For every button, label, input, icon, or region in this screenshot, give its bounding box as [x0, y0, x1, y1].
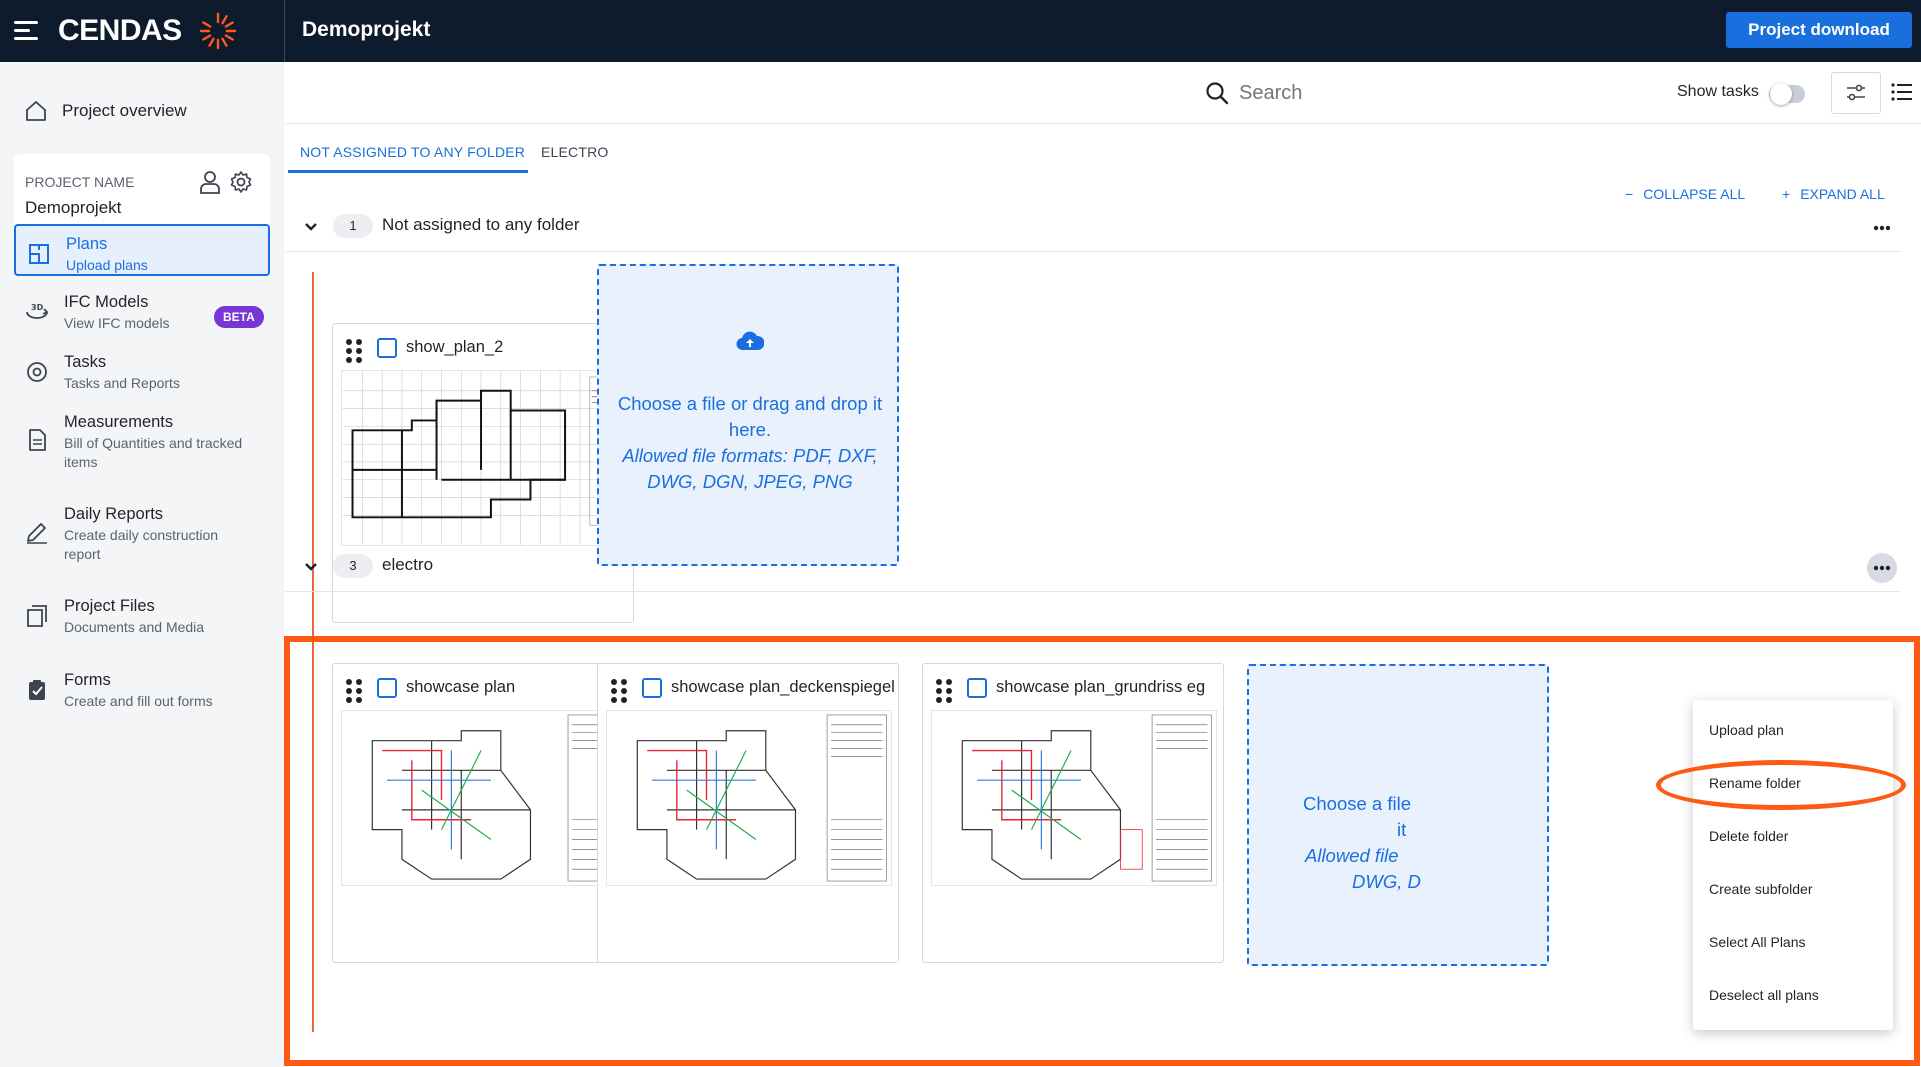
project-download-button[interactable]: Project download: [1726, 12, 1912, 48]
expand-all-button[interactable]: + EXPAND ALL: [1782, 186, 1885, 202]
sidebar-item-title: Daily Reports: [64, 505, 164, 523]
collapse-all-label: COLLAPSE ALL: [1643, 186, 1746, 202]
collapse-all-button[interactable]: − COLLAPSE ALL: [1625, 186, 1745, 202]
dropzone-instruction: Choose a file or drag and drop it here.: [617, 393, 883, 440]
sidebar-item-forms[interactable]: Forms Create and fill out forms: [14, 662, 270, 718]
sidebar-item-subtitle: Create daily construction report: [64, 527, 219, 562]
folder-plan-count: 3: [333, 554, 373, 578]
toggle-knob: [1770, 83, 1792, 105]
upload-dropzone[interactable]: Choose a file or drag and drop it here. …: [597, 264, 899, 566]
sidebar-item-title: Project Files: [64, 597, 155, 615]
sidebar-item-ifc-models[interactable]: 3D IFC Models View IFC models BETA: [14, 284, 270, 340]
search-input[interactable]: [1239, 78, 1499, 108]
folder-more-button[interactable]: [1867, 213, 1897, 243]
chevron-down-icon[interactable]: [303, 559, 319, 575]
project-name-label: PROJECT NAME: [25, 174, 135, 190]
plus-icon: +: [1782, 186, 1791, 202]
top-bar: CENDAS Demoprojekt Project download: [0, 0, 1921, 62]
highlight-annotation: [284, 636, 1920, 1066]
folder-header-not-assigned: 1 Not assigned to any folder: [285, 202, 1900, 252]
menu-item-create-subfolder[interactable]: Create subfolder: [1709, 881, 1813, 897]
sidebar-item-plans[interactable]: Plans Upload plans: [14, 224, 270, 276]
header-divider: [284, 0, 285, 62]
sidebar-item-title: Measurements: [64, 413, 174, 431]
sidebar-item-project-overview[interactable]: Project overview: [24, 94, 187, 128]
sidebar-item-subtitle: View IFC models: [64, 315, 170, 331]
folder-context-menu: Upload plan Rename folder Delete folder …: [1693, 700, 1893, 1030]
show-tasks-toggle[interactable]: [1769, 83, 1805, 105]
menu-item-select-all-plans[interactable]: Select All Plans: [1709, 934, 1806, 950]
sidebar-item-subtitle: Upload plans: [66, 257, 148, 273]
document-icon: [29, 429, 46, 451]
list-view-icon[interactable]: [1891, 82, 1913, 102]
chevron-down-icon[interactable]: [303, 219, 319, 235]
project-name-value: Demoprojekt: [25, 198, 122, 217]
plan-name: show_plan_2: [406, 338, 504, 356]
sidebar-item-measurements[interactable]: Measurements Bill of Quantities and trac…: [14, 404, 270, 478]
sliders-icon: [1847, 84, 1865, 101]
show-tasks-label: Show tasks: [1677, 83, 1759, 100]
menu-icon[interactable]: [14, 19, 40, 43]
plan-thumbnail[interactable]: [341, 370, 627, 546]
location-pin-icon: [27, 362, 47, 382]
filter-button[interactable]: [1831, 72, 1881, 114]
sidebar-item-title: IFC Models: [64, 293, 149, 311]
3d-rotate-icon: 3D: [26, 303, 49, 319]
highlight-ellipse-annotation: [1656, 760, 1906, 810]
minus-icon: −: [1625, 186, 1634, 202]
plan-checkbox[interactable]: [377, 338, 397, 358]
sidebar-item-label: Project overview: [62, 101, 187, 120]
logo: CENDAS: [58, 14, 182, 47]
sidebar-item-subtitle: Documents and Media: [64, 619, 205, 635]
search-icon[interactable]: [1205, 81, 1229, 105]
tab-not-assigned[interactable]: NOT ASSIGNED TO ANY FOLDER: [300, 144, 525, 160]
tab-electro[interactable]: ELECTRO: [541, 144, 609, 160]
user-icon[interactable]: [199, 170, 221, 194]
expand-all-label: EXPAND ALL: [1800, 186, 1885, 202]
dropzone-formats: Allowed file formats: PDF, DXF, DWG, DGN…: [622, 445, 878, 492]
sidebar-item-title: Tasks: [64, 353, 107, 371]
plans-icon: [29, 244, 49, 264]
sidebar-item-subtitle: Create and fill out forms: [64, 693, 213, 709]
sidebar-item-tasks[interactable]: Tasks Tasks and Reports: [14, 344, 270, 400]
svg-text:3D: 3D: [31, 303, 44, 312]
sidebar-item-daily-reports[interactable]: Daily Reports Create daily construction …: [14, 496, 270, 570]
folder-name: electro: [382, 555, 434, 574]
home-icon: [26, 101, 46, 121]
sidebar: Project overview PROJECT NAME Demoprojek…: [0, 62, 284, 1067]
sidebar-item-project-files[interactable]: Project Files Documents and Media: [14, 588, 270, 644]
search-toolbar: Show tasks: [285, 62, 1921, 124]
menu-item-deselect-all-plans[interactable]: Deselect all plans: [1709, 987, 1819, 1003]
more-horizontal-icon: [1873, 225, 1891, 231]
beta-badge: BETA: [214, 306, 264, 328]
folder-header-electro: 3 electro: [285, 542, 1900, 592]
sidebar-item-title: Forms: [64, 671, 111, 689]
folder-more-button[interactable]: [1867, 553, 1897, 583]
drag-handle-icon[interactable]: [345, 338, 363, 364]
folder-plan-count: 1: [333, 214, 373, 238]
files-icon: [27, 605, 47, 627]
sidebar-item-subtitle: Bill of Quantities and tracked items: [64, 435, 243, 470]
cloud-upload-icon: [736, 331, 764, 351]
more-horizontal-icon: [1873, 565, 1891, 571]
menu-item-delete-folder[interactable]: Delete folder: [1709, 828, 1788, 844]
menu-item-upload-plan[interactable]: Upload plan: [1709, 722, 1784, 738]
pencil-icon: [27, 523, 47, 544]
logo-sunburst-icon: [199, 12, 237, 50]
sidebar-item-title: Plans: [66, 235, 108, 253]
active-tab-indicator: [288, 170, 528, 173]
sidebar-item-subtitle: Tasks and Reports: [64, 375, 180, 391]
project-title: Demoprojekt: [302, 18, 431, 41]
folder-name: Not assigned to any folder: [382, 215, 580, 234]
gear-icon[interactable]: [229, 170, 253, 194]
project-name-card: PROJECT NAME Demoprojekt: [14, 154, 270, 232]
form-check-icon: [29, 680, 45, 700]
